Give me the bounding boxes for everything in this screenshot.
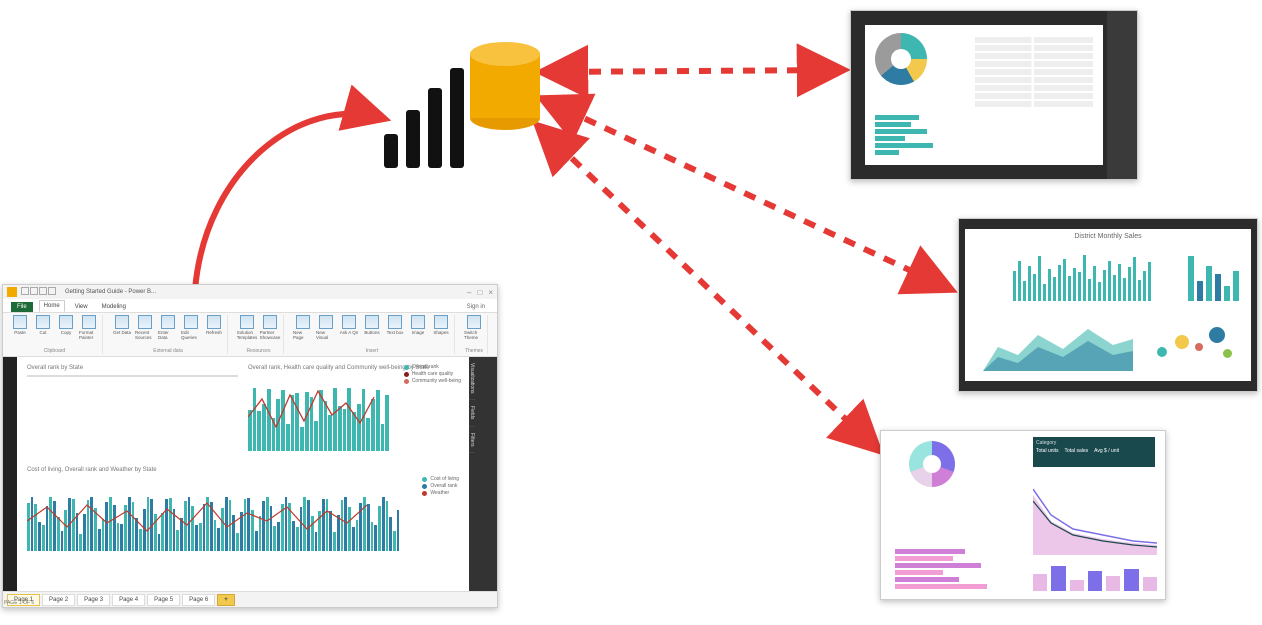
- tab-home[interactable]: Home: [39, 300, 65, 312]
- ribbon-button[interactable]: Buttons: [362, 315, 382, 340]
- tab-file[interactable]: File: [11, 302, 33, 312]
- ribbon-group: Solution TemplatesPartner Showcase Resour…: [234, 315, 284, 354]
- dark-side-panel: [1107, 11, 1137, 179]
- ribbon-group-label: Insert: [366, 348, 379, 354]
- pane-visualizations[interactable]: Visualizations: [469, 357, 475, 400]
- app-icon: [7, 287, 17, 297]
- viz-title: Cost of living, Overall rank and Weather…: [27, 467, 459, 473]
- mini-column-chart: [1033, 563, 1157, 591]
- ribbon-button[interactable]: Paste: [10, 315, 30, 340]
- document-title: Getting Started Guide - Power B...: [65, 289, 156, 295]
- ribbon-button[interactable]: New Visual: [316, 315, 336, 340]
- ribbon-group: Switch Theme Themes: [461, 315, 488, 354]
- ribbon-button[interactable]: Get Data: [112, 315, 132, 340]
- diagram-stage: District Monthly Sales: [0, 0, 1262, 613]
- column-chart: [1013, 251, 1151, 301]
- area-chart: [983, 317, 1133, 371]
- report-screenshot-top-right: [850, 10, 1138, 180]
- ribbon-button[interactable]: Text box: [385, 315, 405, 340]
- legend: Cost of living Overall rank Weather: [422, 475, 459, 497]
- ribbon-button[interactable]: Recent Sources: [135, 315, 155, 340]
- report-screenshot-middle-right: District Monthly Sales: [958, 218, 1258, 392]
- waterfall-chart: [1188, 251, 1239, 301]
- ribbon-button[interactable]: Enter Data: [158, 315, 178, 340]
- close-icon[interactable]: ×: [488, 288, 493, 297]
- ribbon-group-label: Relationships: [497, 348, 498, 354]
- area-line-chart: [1033, 475, 1166, 555]
- database-cylinder-icon: [470, 42, 540, 130]
- page-tab[interactable]: Page 6: [182, 594, 215, 606]
- map-visual[interactable]: NORTH AMERICA © 2018 HERE © 2018 Microso…: [27, 375, 238, 377]
- window-controls[interactable]: – □ ×: [467, 288, 493, 297]
- powerbi-desktop-window: Getting Started Guide - Power B... – □ ×…: [2, 284, 498, 608]
- minimize-icon[interactable]: –: [467, 288, 471, 297]
- ribbon-group-label: Clipboard: [44, 348, 65, 354]
- pane-filters[interactable]: Filters: [469, 427, 475, 454]
- page-tab[interactable]: Page 5: [147, 594, 180, 606]
- tab-view[interactable]: View: [71, 302, 92, 312]
- ribbon-group: PasteCutCopyFormat Painter Clipboard: [7, 315, 103, 354]
- page-tabs[interactable]: Page 1Page 2Page 3Page 4Page 5Page 6+: [3, 591, 497, 607]
- donut-chart-icon: [875, 33, 927, 85]
- powerbi-dataset-icon: [384, 48, 534, 168]
- signin-link[interactable]: Sign in: [463, 302, 489, 312]
- map-region-label: NORTH AMERICA: [93, 375, 173, 377]
- ribbon-button[interactable]: Partner Showcase: [260, 315, 280, 340]
- ribbon-group-label: Themes: [465, 348, 483, 354]
- viz-title: Overall rank by State: [27, 365, 238, 371]
- ribbon-button[interactable]: Ask A Qn: [339, 315, 359, 340]
- powerbi-bars-icon: [384, 68, 464, 168]
- ribbon-group: Get DataRecent SourcesEnter DataEdit Que…: [109, 315, 228, 354]
- right-panes[interactable]: Visualizations Fields Filters: [469, 357, 497, 591]
- tab-modeling[interactable]: Modeling: [98, 302, 130, 312]
- ribbon-tabs[interactable]: File Home View Modeling Sign in: [3, 299, 497, 313]
- clustered-bar-visual[interactable]: Overall rank, Health care quality and Co…: [248, 363, 459, 459]
- pane-fields[interactable]: Fields: [469, 400, 475, 426]
- data-table: [975, 35, 1093, 105]
- window-titlebar: Getting Started Guide - Power B... – □ ×: [3, 285, 497, 299]
- kpi-card: Category Total units Total sales Avg $ /…: [1033, 437, 1155, 467]
- ribbon: PasteCutCopyFormat Painter Clipboard Get D…: [3, 313, 497, 357]
- page-tab[interactable]: Page 4: [112, 594, 145, 606]
- ribbon-button[interactable]: Image: [408, 315, 428, 340]
- maximize-icon[interactable]: □: [477, 288, 482, 297]
- line-overlay: [27, 487, 399, 551]
- donut-chart-icon: [909, 441, 955, 487]
- page-tab[interactable]: Page 3: [77, 594, 110, 606]
- report-screenshot-bottom-right: Category Total units Total sales Avg $ /…: [880, 430, 1166, 600]
- horizontal-bars: [875, 113, 933, 157]
- left-view-rail[interactable]: [3, 357, 17, 591]
- ribbon-button[interactable]: Solution Templates: [237, 315, 257, 340]
- report-page: [865, 25, 1103, 165]
- ribbon-button[interactable]: Copy: [56, 315, 76, 340]
- add-page-button[interactable]: +: [217, 594, 235, 606]
- horizontal-bars: [895, 547, 987, 591]
- bubble-chart: [1149, 317, 1239, 371]
- ribbon-button[interactable]: Refresh: [204, 315, 224, 340]
- legend: Overall rank Health care quality Communi…: [404, 363, 461, 385]
- ribbon-group-label: Resources: [247, 348, 271, 354]
- report-canvas-area: Visualizations Fields Filters Overall ra…: [3, 357, 497, 591]
- page-tab[interactable]: Page 2: [42, 594, 75, 606]
- ribbon-group: Manage RelationshipsRelationships: [494, 315, 498, 354]
- ribbon-button[interactable]: Format Painter: [79, 315, 99, 340]
- report-title: District Monthly Sales: [965, 233, 1251, 240]
- report-canvas[interactable]: Overall rank by State NORTH AMERICA © 20…: [17, 357, 469, 591]
- ribbon-button[interactable]: New Page: [293, 315, 313, 340]
- ribbon-group: New PageNew VisualAsk A QnButtonsText bo…: [290, 315, 455, 354]
- clustered-bar-visual-wide[interactable]: Cost of living Overall rank Weather: [27, 477, 459, 561]
- ribbon-button[interactable]: Shapes: [431, 315, 451, 340]
- ribbon-button[interactable]: Edit Queries: [181, 315, 201, 340]
- quick-access-toolbar[interactable]: [21, 287, 57, 297]
- ribbon-button[interactable]: Switch Theme: [464, 315, 484, 340]
- ribbon-group-label: External data: [153, 348, 182, 354]
- ribbon-button[interactable]: Cut: [33, 315, 53, 340]
- report-page: District Monthly Sales: [965, 229, 1251, 381]
